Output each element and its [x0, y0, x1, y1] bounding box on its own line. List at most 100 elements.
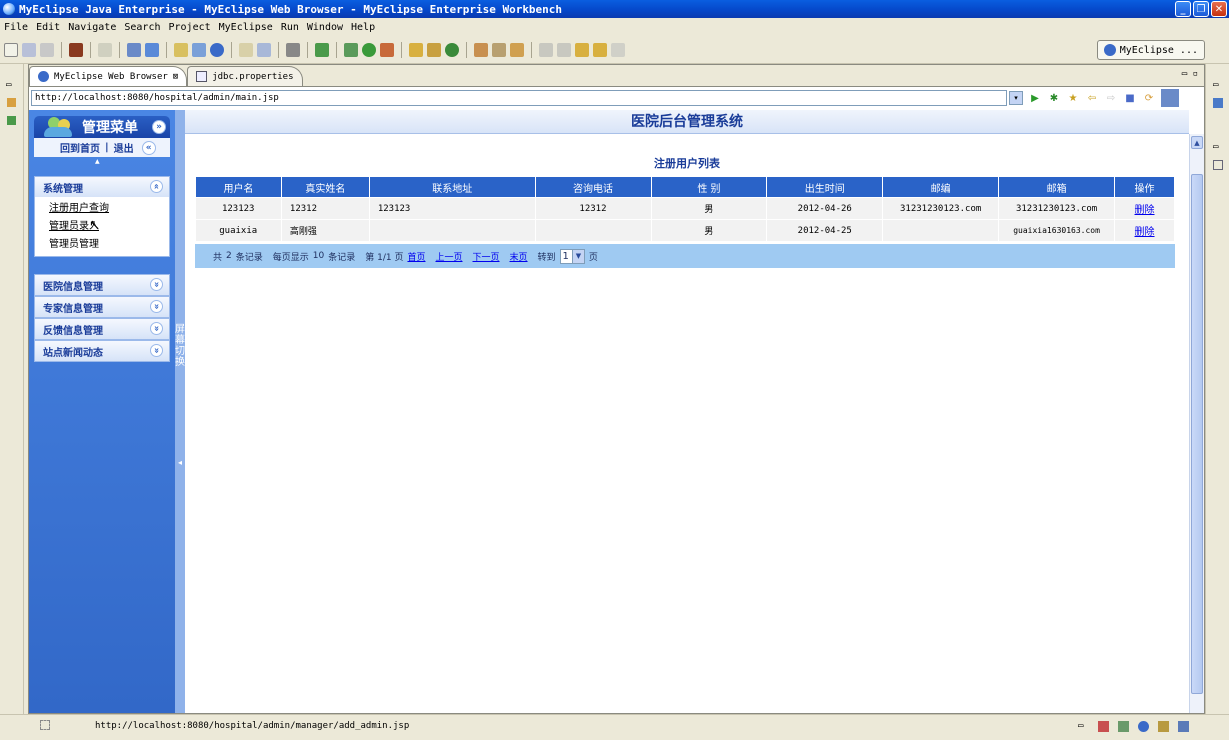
- refresh-icon[interactable]: ⟳: [1142, 91, 1156, 105]
- sidebar-item-manage-admin[interactable]: 管理员管理: [35, 233, 169, 251]
- bookmark-icon[interactable]: ★: [1066, 91, 1080, 105]
- switch-arrow-icon[interactable]: ◂: [176, 458, 184, 467]
- back-nav-icon[interactable]: ⇦: [1085, 91, 1099, 105]
- sidebar-expand-icon[interactable]: »: [152, 120, 166, 134]
- stop-icon[interactable]: ■: [1123, 91, 1137, 105]
- new-project-icon[interactable]: [174, 42, 188, 57]
- menu-search[interactable]: Search: [124, 22, 160, 33]
- sidebar-item-add-admin[interactable]: 管理员录入: [35, 215, 169, 233]
- run-icon[interactable]: [362, 42, 376, 57]
- print-icon[interactable]: [40, 42, 54, 57]
- task-icon[interactable]: [510, 42, 524, 57]
- problems-icon[interactable]: [1098, 721, 1109, 732]
- server-icon[interactable]: [98, 42, 112, 57]
- perspective-switcher[interactable]: MyEclipse ...: [1096, 40, 1205, 60]
- scroll-up-icon[interactable]: ▲: [1191, 136, 1203, 149]
- menu-group-hospital[interactable]: 医院信息管理 »: [34, 274, 170, 296]
- menu-help[interactable]: Help: [351, 22, 375, 33]
- logout-link[interactable]: 退出: [114, 140, 134, 155]
- save-icon[interactable]: [22, 42, 36, 57]
- home-link[interactable]: 回到首页: [60, 140, 100, 155]
- prev-annotation-icon[interactable]: [557, 42, 571, 57]
- deploy-icon[interactable]: [127, 42, 141, 57]
- menu-edit[interactable]: Edit: [36, 22, 60, 33]
- menu-run[interactable]: Run: [281, 22, 299, 33]
- open-type-icon[interactable]: [257, 42, 271, 57]
- debug-icon[interactable]: [344, 42, 358, 57]
- menu-group-news[interactable]: 站点新闻动态 »: [34, 340, 170, 362]
- search-view-icon[interactable]: [1158, 721, 1169, 732]
- screen-switch-bar[interactable]: 屏幕切换 ◂: [175, 110, 185, 713]
- console-view-icon[interactable]: [1213, 160, 1223, 170]
- menu-group-feedback[interactable]: 反馈信息管理 »: [34, 318, 170, 340]
- go-icon[interactable]: ▶: [1028, 91, 1042, 105]
- select-dropdown-icon[interactable]: ▼: [571, 249, 584, 263]
- console-status-icon[interactable]: [1178, 721, 1189, 732]
- forward-icon[interactable]: [593, 42, 607, 57]
- first-page-link[interactable]: 首页: [407, 250, 425, 263]
- forward-disabled-icon[interactable]: [611, 42, 625, 57]
- page-scrollbar[interactable]: ▲: [1189, 134, 1204, 713]
- package-explorer-icon[interactable]: [7, 98, 16, 107]
- minimize-button[interactable]: _: [1175, 1, 1191, 17]
- restore-icon[interactable]: ▭: [6, 80, 11, 90]
- open-resource-icon[interactable]: [474, 42, 488, 57]
- tab-close-icon[interactable]: ⊠: [173, 72, 178, 82]
- delete-link[interactable]: 删除: [1135, 205, 1155, 216]
- scrollbar-thumb[interactable]: [1191, 174, 1203, 694]
- last-page-link[interactable]: 末页: [510, 250, 528, 263]
- pencil-icon[interactable]: [492, 42, 506, 57]
- menu-file[interactable]: File: [4, 22, 28, 33]
- url-input[interactable]: [31, 90, 1007, 106]
- url-dropdown-icon[interactable]: ▾: [1009, 91, 1023, 105]
- menu-navigate[interactable]: Navigate: [68, 22, 116, 33]
- up-arrow-icon[interactable]: ▲: [95, 158, 100, 165]
- next-annotation-icon[interactable]: [539, 42, 553, 57]
- new-wizard-icon[interactable]: [409, 42, 423, 57]
- goto-page-select[interactable]: 1 ▼: [559, 248, 585, 264]
- collapse-sidebar-icon[interactable]: «: [141, 140, 156, 155]
- tasks-icon[interactable]: [1118, 721, 1129, 732]
- menu-myeclipse[interactable]: MyEclipse: [219, 22, 273, 33]
- fast-view-icon[interactable]: [40, 720, 50, 730]
- new-class-icon[interactable]: [192, 42, 206, 57]
- chevron-down-icon[interactable]: »: [150, 322, 163, 335]
- minimize-maximize-icons[interactable]: ▭ ▫: [1182, 69, 1198, 79]
- chevron-down-icon[interactable]: »: [150, 344, 163, 357]
- outline-icon[interactable]: [1213, 98, 1223, 108]
- chevron-up-icon[interactable]: »: [150, 180, 163, 193]
- back-icon[interactable]: [575, 42, 589, 57]
- external-tools-icon[interactable]: [380, 42, 394, 57]
- close-window-button[interactable]: ✕: [1211, 1, 1227, 17]
- restore-right-icon[interactable]: ▭: [1213, 80, 1218, 90]
- forward-nav-icon[interactable]: ⇨: [1104, 91, 1118, 105]
- new-file-icon[interactable]: [4, 42, 18, 57]
- next-page-link[interactable]: 下一页: [473, 250, 500, 263]
- prev-page-link[interactable]: 上一页: [435, 250, 462, 263]
- menu-project[interactable]: Project: [168, 22, 210, 33]
- menu-group-expert[interactable]: 专家信息管理 »: [34, 296, 170, 318]
- console-icon[interactable]: [286, 42, 300, 57]
- debug-page-icon[interactable]: ✱: [1047, 91, 1061, 105]
- new-class-c-icon[interactable]: [445, 42, 459, 57]
- open-folder-icon[interactable]: [239, 42, 253, 57]
- restore-small-icon[interactable]: ▭: [1078, 721, 1083, 731]
- hierarchy-icon[interactable]: [7, 116, 16, 125]
- delete-link[interactable]: 删除: [1135, 227, 1155, 238]
- web-icon[interactable]: [1138, 721, 1149, 732]
- tab-web-browser[interactable]: MyEclipse Web Browser ⊠: [29, 66, 188, 86]
- sidebar-item-registered-users[interactable]: 注册用户查询: [35, 197, 169, 215]
- tab-jdbc-properties[interactable]: jdbc.properties: [187, 66, 303, 86]
- web-deploy-icon[interactable]: [145, 42, 159, 57]
- globe-icon[interactable]: [210, 42, 224, 57]
- menu-group-system-header[interactable]: 系统管理 »: [35, 177, 169, 197]
- run-server-icon[interactable]: [315, 42, 329, 57]
- restore-bottom-icon[interactable]: ▭: [1213, 142, 1218, 152]
- myeclipse-logo-icon: [3, 3, 15, 15]
- menu-window[interactable]: Window: [307, 22, 343, 33]
- chevron-down-icon[interactable]: »: [150, 300, 163, 313]
- package-icon[interactable]: [69, 42, 83, 57]
- restore-button[interactable]: ❐: [1193, 1, 1209, 17]
- chevron-down-icon[interactable]: »: [150, 278, 163, 291]
- new-package-icon[interactable]: [427, 42, 441, 57]
